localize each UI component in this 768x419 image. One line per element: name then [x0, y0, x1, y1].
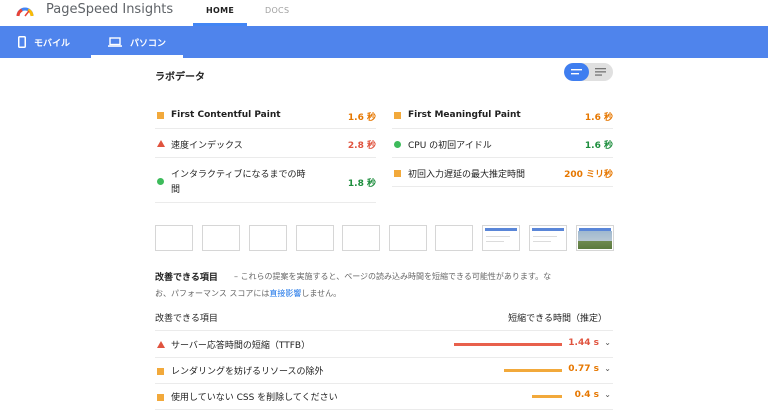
laptop-icon	[108, 37, 122, 47]
metrics-view-toggle[interactable]	[564, 63, 613, 81]
opportunity-row-ttfb[interactable]: サーバー応答時間の短縮（TTFB） 1.44 s ⌄	[155, 332, 613, 358]
chevron-down-icon[interactable]: ⌄	[604, 390, 611, 399]
metric-value: 1.6 秒	[584, 141, 613, 151]
opportunity-label: レンダリングを妨げるリソースの除外	[171, 367, 324, 377]
filmstrip-frame	[435, 225, 473, 251]
filmstrip-frame	[296, 225, 334, 251]
metric-fcp: First Contentful Paint 1.6 秒	[155, 101, 376, 129]
frame-header	[485, 228, 517, 231]
average-square-icon	[157, 394, 164, 401]
opportunity-row-unused-css[interactable]: 使用していない CSS を削除してください 0.4 s ⌄	[155, 384, 613, 410]
chevron-down-icon[interactable]: ⌄	[604, 364, 611, 373]
opportunities-description-cont: お、パフォーマンス スコアには直接影響しません。	[155, 288, 341, 299]
savings-bar	[532, 395, 562, 398]
average-square-icon	[394, 112, 401, 119]
metric-value: 1.6 秒	[584, 113, 613, 123]
opportunities-table-header: 改善できる項目 短縮できる時間（推定）	[155, 311, 613, 331]
frame-line	[533, 241, 551, 242]
opportunity-row-render-blocking[interactable]: レンダリングを妨げるリソースの除外 0.77 s ⌄	[155, 358, 613, 384]
savings-value: 0.4 s	[574, 390, 599, 400]
filmstrip-frame	[482, 225, 520, 251]
frame-line	[486, 236, 510, 237]
tab-mobile-label: モバイル	[34, 38, 71, 49]
compact-view-button[interactable]	[564, 63, 589, 81]
frame-header	[532, 228, 564, 231]
metric-tti: インタラクティブになるまでの時 間 1.8 秒	[155, 159, 376, 203]
opportunities-title: 改善できる項目	[155, 273, 218, 283]
filmstrip-frame	[389, 225, 427, 251]
metric-label: 速度インデックス	[171, 141, 243, 151]
savings-bar	[504, 369, 562, 372]
frame-image	[578, 231, 612, 249]
metric-label: First Contentful Paint	[171, 110, 281, 120]
opportunity-label: 使用していない CSS を削除してください	[171, 393, 338, 403]
filmstrip-frame	[342, 225, 380, 251]
tab-docs[interactable]: DOCS	[265, 6, 289, 15]
savings-bar	[454, 343, 562, 346]
opportunities-description: – これらの提案を実施すると、ページの読み込み時間を短縮できる可能性があります。…	[234, 272, 552, 281]
direct-impact-link[interactable]: 直接影響	[269, 289, 301, 298]
fail-triangle-icon	[157, 140, 165, 147]
metric-label-cont: 間	[171, 185, 181, 195]
fail-triangle-icon	[157, 341, 165, 348]
device-tab-bar: モバイル パソコン	[0, 26, 768, 58]
tab-home[interactable]: HOME	[206, 6, 234, 15]
desc-text: しません。	[301, 289, 342, 298]
metric-max-fid: 初回入力遅延の最大推定時間 200 ミリ秒	[392, 159, 613, 187]
lab-data-title: ラボデータ	[155, 72, 205, 83]
frame-line	[486, 241, 504, 242]
metric-label: First Meaningful Paint	[408, 110, 521, 120]
compact-list-icon	[570, 69, 582, 75]
metric-fmp: First Meaningful Paint 1.6 秒	[392, 101, 613, 129]
average-square-icon	[157, 368, 164, 375]
metric-speed-index: 速度インデックス 2.8 秒	[155, 130, 376, 158]
savings-value: 1.44 s	[568, 338, 599, 348]
detailed-list-icon	[595, 68, 607, 76]
metric-value: 200 ミリ秒	[564, 170, 613, 180]
metric-first-cpu-idle: CPU の初回アイドル 1.6 秒	[392, 130, 613, 158]
average-square-icon	[157, 112, 164, 119]
pass-circle-icon	[394, 141, 401, 148]
metric-label: インタラクティブになるまでの時	[171, 170, 306, 180]
col-item-header: 改善できる項目	[155, 314, 218, 324]
filmstrip-frame	[202, 225, 240, 251]
expanded-view-button[interactable]	[589, 63, 614, 81]
tab-desktop[interactable]: パソコン	[108, 26, 166, 58]
metric-value: 1.6 秒	[347, 113, 376, 123]
filmstrip-frame	[249, 225, 287, 251]
metric-label: 初回入力遅延の最大推定時間	[408, 170, 526, 180]
filmstrip-frame	[155, 225, 193, 251]
filmstrip-frame	[576, 225, 614, 251]
pass-circle-icon	[157, 178, 164, 185]
tab-desktop-label: パソコン	[130, 38, 167, 49]
chevron-down-icon[interactable]: ⌄	[604, 338, 611, 347]
app-title: PageSpeed Insights	[46, 2, 174, 17]
metric-value: 2.8 秒	[347, 141, 376, 151]
phone-icon	[18, 36, 26, 48]
frame-line	[533, 236, 557, 237]
filmstrip-frame	[529, 225, 567, 251]
top-header: PageSpeed Insights HOME DOCS	[0, 0, 768, 26]
col-savings-header: 短縮できる時間（推定）	[508, 314, 607, 324]
tab-mobile[interactable]: モバイル	[18, 26, 70, 58]
desc-text: お、パフォーマンス スコアには	[155, 289, 270, 298]
tab-desktop-indicator	[91, 55, 183, 58]
pagespeed-logo-icon	[16, 7, 34, 17]
metric-value: 1.8 秒	[347, 179, 376, 189]
opportunity-label: サーバー応答時間の短縮（TTFB）	[171, 341, 311, 351]
savings-value: 0.77 s	[568, 364, 599, 374]
average-square-icon	[394, 170, 401, 177]
metric-label: CPU の初回アイドル	[408, 141, 492, 151]
